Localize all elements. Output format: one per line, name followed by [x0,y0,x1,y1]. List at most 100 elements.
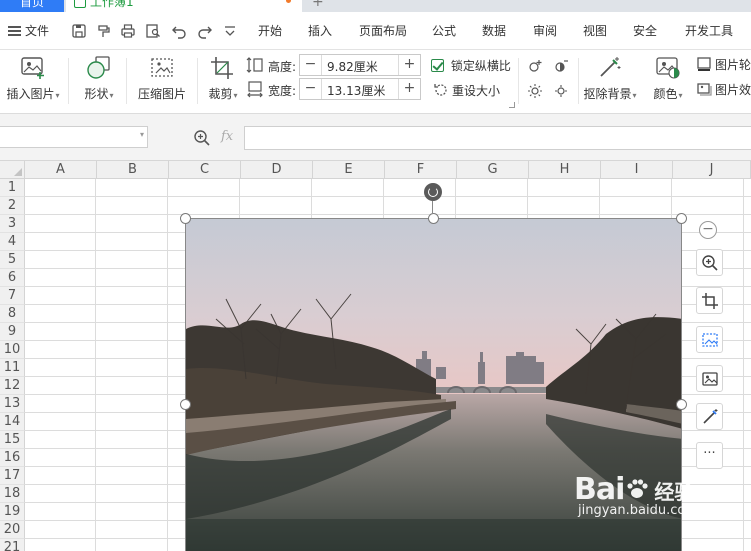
new-tab-button[interactable]: + [312,0,324,12]
formula-input[interactable] [244,126,751,150]
contrast-down-icon[interactable] [553,83,569,99]
more-options-button[interactable]: ··· [696,442,723,469]
height-value[interactable]: 9.82厘米 [327,58,378,75]
compress-button[interactable] [696,326,723,353]
print-icon[interactable] [120,23,136,39]
brightness-up-icon[interactable] [527,58,543,74]
height-increase-button[interactable]: + [398,55,420,75]
replace-picture-button[interactable] [696,365,723,392]
row-header-18[interactable]: 18 [0,485,25,503]
remove-background-button[interactable]: 抠除背景▾ [582,56,638,102]
menu-developer[interactable]: 开发工具 [685,22,733,39]
row-header-21[interactable]: 21 [0,539,25,551]
menu-insert[interactable]: 插入 [308,22,332,39]
height-decrease-button[interactable]: − [300,55,322,75]
row-header-15[interactable]: 15 [0,431,25,449]
row-header-13[interactable]: 13 [0,395,25,413]
name-box[interactable]: ▾ [0,126,148,148]
select-all-corner[interactable] [0,161,25,179]
contrast-up-icon[interactable] [553,58,569,74]
row-header-10[interactable]: 10 [0,341,25,359]
reset-size-button[interactable]: 重设大小 [433,82,500,99]
row-header-16[interactable]: 16 [0,449,25,467]
width-increase-button[interactable]: + [398,79,420,99]
row-header-4[interactable]: 4 [0,233,25,251]
tab-home[interactable]: 首页 [0,0,64,12]
column-header-f[interactable]: F [385,161,457,179]
column-header-d[interactable]: D [241,161,313,179]
resize-handle-top-left[interactable] [180,213,191,224]
width-decrease-button[interactable]: − [300,79,322,99]
menu-view[interactable]: 视图 [583,22,607,39]
row-header-14[interactable]: 14 [0,413,25,431]
row-header-8[interactable]: 8 [0,305,25,323]
collapse-toolbar-button[interactable]: − [699,221,717,239]
row-header-20[interactable]: 20 [0,521,25,539]
color-label: 颜色 [653,87,678,101]
row-header-2[interactable]: 2 [0,197,25,215]
remove-bg-button[interactable] [696,403,723,430]
dialog-launcher-icon[interactable] [509,102,515,108]
width-stepper[interactable]: − 13.13厘米 + [299,78,421,100]
crop-picture-button[interactable] [696,287,723,314]
height-stepper[interactable]: − 9.82厘米 + [299,54,421,76]
row-header-1[interactable]: 1 [0,179,25,197]
file-menu[interactable]: 文件 [8,22,49,39]
zoom-in-button[interactable] [696,249,723,276]
picture-outline-button[interactable]: 图片轮 [696,56,751,73]
compress-picture-button[interactable]: 压缩图片 [134,56,190,102]
lock-aspect-checkbox[interactable]: 锁定纵横比 [431,57,511,74]
row-header-11[interactable]: 11 [0,359,25,377]
print-preview-icon[interactable] [145,23,161,39]
menu-page-layout[interactable]: 页面布局 [359,22,407,39]
tab-workbook[interactable]: 工作簿1 [66,0,302,12]
undo-icon[interactable] [171,23,187,39]
save-icon[interactable] [71,23,87,39]
brightness-down-icon[interactable] [527,83,543,99]
shape-button[interactable]: 形状▾ [78,56,120,102]
row-header-19[interactable]: 19 [0,503,25,521]
row-header-12[interactable]: 12 [0,377,25,395]
resize-handle-left[interactable] [180,399,191,410]
zoom-icon[interactable] [193,129,211,147]
crop-icon [702,293,718,309]
fx-icon[interactable]: fx [221,129,233,144]
file-menu-label: 文件 [25,24,50,38]
color-button[interactable]: 颜色▾ [649,56,687,102]
column-header-g[interactable]: G [457,161,529,179]
row-header-6[interactable]: 6 [0,269,25,287]
width-value[interactable]: 13.13厘米 [327,82,385,99]
insert-picture-button[interactable]: 插入图片▾ [4,56,62,102]
resize-handle-top-right[interactable] [676,213,687,224]
row-header-5[interactable]: 5 [0,251,25,269]
menu-data[interactable]: 数据 [482,22,506,39]
column-header-j[interactable]: J [673,161,751,179]
picture-effects-button[interactable]: 图片效 [696,81,751,98]
redo-icon[interactable] [197,23,213,39]
column-header-i[interactable]: I [601,161,673,179]
column-header-h[interactable]: H [529,161,601,179]
resize-handle-top[interactable] [428,213,439,224]
workbook-icon [74,0,86,8]
row-header-17[interactable]: 17 [0,467,25,485]
menu-formulas[interactable]: 公式 [432,22,456,39]
crop-button[interactable]: 裁剪▾ [205,56,241,102]
chevron-down-icon[interactable]: ▾ [140,130,144,139]
column-header-b[interactable]: B [97,161,169,179]
row-header-3[interactable]: 3 [0,215,25,233]
rotate-handle-icon[interactable] [424,183,442,201]
resize-handle-right[interactable] [676,399,687,410]
column-header-c[interactable]: C [169,161,241,179]
height-icon [246,57,263,73]
column-header-e[interactable]: E [313,161,385,179]
row-header-9[interactable]: 9 [0,323,25,341]
menu-security[interactable]: 安全 [633,22,657,39]
column-header-a[interactable]: A [25,161,97,179]
zoom-in-icon [702,255,718,271]
format-painter-icon[interactable] [96,23,112,39]
row-header-7[interactable]: 7 [0,287,25,305]
more-down-icon[interactable] [222,23,238,39]
watermark-jingyan: 经验 [654,480,695,504]
menu-home[interactable]: 开始 [258,22,282,39]
menu-review[interactable]: 审阅 [533,22,557,39]
